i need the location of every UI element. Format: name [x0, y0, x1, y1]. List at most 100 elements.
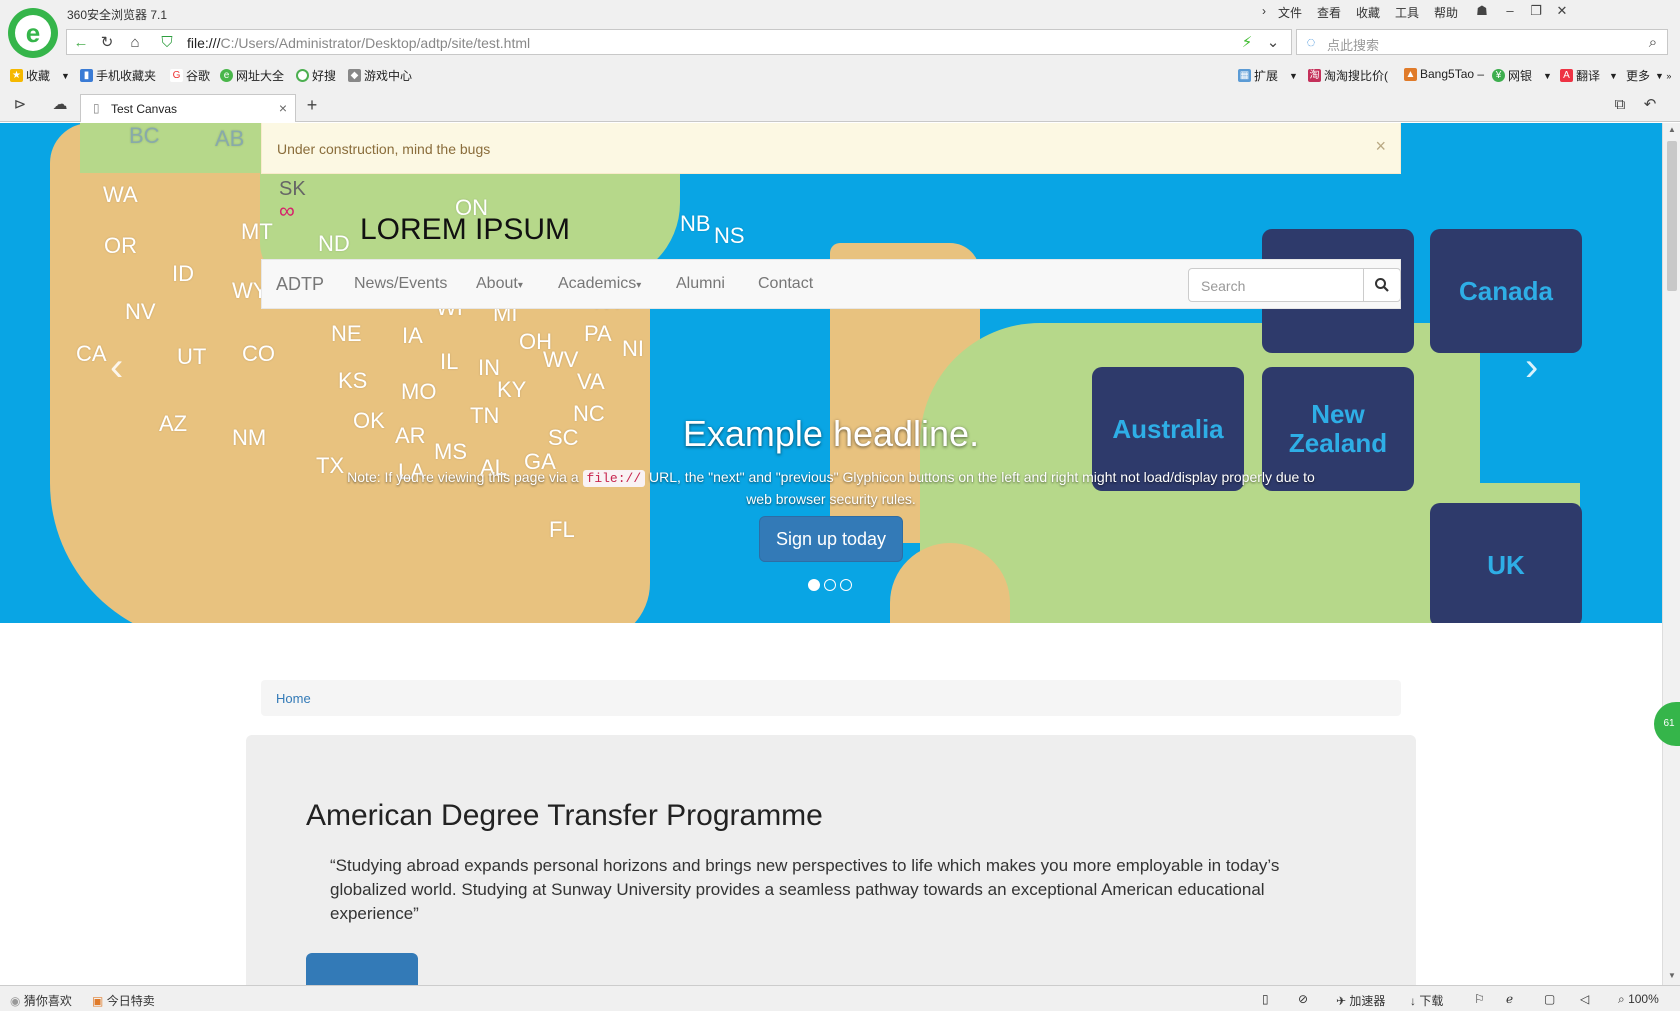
- translate-icon: A: [1560, 69, 1573, 82]
- browser-search-box[interactable]: ◌ 点此搜索 ⌕: [1296, 29, 1668, 55]
- status-download[interactable]: ↓ 下载: [1410, 992, 1443, 1009]
- status-guess-like[interactable]: ◉ 猜你喜欢: [10, 992, 72, 1009]
- menu-tools[interactable]: 工具: [1395, 4, 1419, 21]
- carousel-prev-icon[interactable]: ‹: [110, 345, 123, 390]
- scroll-up-icon[interactable]: ▲: [1668, 125, 1676, 134]
- map-label: WA: [103, 182, 138, 207]
- carousel-dot-3[interactable]: [840, 579, 852, 591]
- nav-brand[interactable]: ADTP: [276, 274, 324, 295]
- ext-bang5tao[interactable]: ▲ Bang5Tao –: [1404, 67, 1484, 81]
- nav-contact[interactable]: Contact: [758, 275, 813, 293]
- address-bar[interactable]: ← ↻ ⌂ ⛉ file:///C:/Users/Administrator/D…: [66, 29, 1292, 55]
- intro-jumbotron: American Degree Transfer Programme “Stud…: [246, 735, 1416, 985]
- map-label: MO: [401, 379, 437, 404]
- mobile-icon[interactable]: ▯: [1262, 992, 1269, 1006]
- bookmark-games[interactable]: ◆ 游戏中心: [348, 67, 412, 84]
- scrollbar-thumb[interactable]: [1667, 141, 1677, 291]
- breadcrumb: Home: [261, 680, 1401, 716]
- vertical-scrollbar[interactable]: ▲ ▼: [1662, 123, 1680, 985]
- security-shield-icon[interactable]: ⛉: [157, 34, 177, 52]
- intro-quote: “Studying abroad expands personal horizo…: [330, 856, 1280, 923]
- bookmark-google[interactable]: G 谷歌: [170, 67, 210, 84]
- history-dropdown-icon[interactable]: ⌄: [1263, 34, 1283, 52]
- ext-bank[interactable]: ¥ 网银 ▼: [1492, 67, 1552, 84]
- menu-view[interactable]: 查看: [1317, 4, 1341, 21]
- carousel-indicators: [808, 579, 852, 591]
- ext-more[interactable]: 更多 ▼ »: [1626, 67, 1671, 84]
- menu-arrow-icon[interactable]: ›: [1262, 4, 1266, 18]
- ie-icon[interactable]: ℯ: [1506, 992, 1513, 1006]
- tab-test-canvas[interactable]: ▯ Test Canvas ×: [80, 94, 296, 122]
- nav-academics[interactable]: Academics▾: [558, 275, 641, 293]
- window-icon[interactable]: ▢: [1544, 992, 1555, 1006]
- page-title: American Degree Transfer Programme: [306, 799, 823, 832]
- breadcrumb-home-link[interactable]: Home: [276, 691, 311, 706]
- restore-icon[interactable]: ❐: [1524, 2, 1548, 20]
- map-label: IL: [440, 349, 459, 374]
- site-search-input[interactable]: Search: [1188, 268, 1364, 302]
- carousel-next-icon[interactable]: ›: [1525, 345, 1538, 390]
- tab-close-icon[interactable]: ×: [279, 100, 287, 116]
- site-search-button[interactable]: [1363, 268, 1401, 302]
- tile-uk[interactable]: UK: [1430, 503, 1582, 623]
- back-icon[interactable]: ←: [71, 34, 91, 52]
- nav-alumni[interactable]: Alumni: [676, 275, 725, 293]
- bookmark-hao[interactable]: e 网址大全: [220, 67, 284, 84]
- map-label: NV: [125, 299, 156, 324]
- map-label: CO: [242, 341, 275, 366]
- browser-logo-icon[interactable]: e: [8, 8, 58, 58]
- reload-icon[interactable]: ↻: [97, 34, 117, 52]
- skin-icon[interactable]: ☗: [1470, 2, 1494, 20]
- carousel-dot-1[interactable]: [808, 579, 820, 591]
- new-tab-icon[interactable]: +: [302, 96, 322, 114]
- accelerate-icon[interactable]: ⚡: [1237, 34, 1257, 52]
- sidebar-toggle-icon[interactable]: ⊳: [10, 96, 30, 114]
- bookmark-mobile[interactable]: ▮ 手机收藏夹: [80, 67, 156, 84]
- status-accelerator[interactable]: ✈ 加速器: [1336, 992, 1385, 1009]
- status-daily-deals[interactable]: ▣ 今日特卖: [92, 992, 155, 1009]
- hero-carousel: BC AB WA OR CA ID NV MT UT AZ WY CO NM N…: [0, 123, 1662, 623]
- bookmark-haosou[interactable]: 好搜: [296, 67, 336, 84]
- map-label: NI: [622, 336, 644, 361]
- search-icon: [1375, 278, 1389, 292]
- search-icon[interactable]: ⌕: [1643, 34, 1663, 52]
- close-window-icon[interactable]: ✕: [1550, 2, 1574, 20]
- flag-icon[interactable]: ⚐: [1474, 992, 1485, 1006]
- search-engine-icon[interactable]: ◌: [1301, 34, 1321, 52]
- google-icon: G: [170, 69, 183, 82]
- map-label: ID: [172, 261, 194, 286]
- speed-icon[interactable]: ⊘: [1298, 992, 1308, 1006]
- carousel-headline: Example headline.: [682, 413, 980, 454]
- minimize-icon[interactable]: –: [1498, 2, 1522, 20]
- tab-list-icon[interactable]: ⧉: [1610, 96, 1630, 114]
- ext-expand[interactable]: ▦ 扩展 ▼: [1238, 67, 1298, 84]
- home-icon[interactable]: ⌂: [125, 34, 145, 52]
- url-text[interactable]: file:///C:/Users/Administrator/Desktop/a…: [187, 35, 530, 51]
- alert-message: Under construction, mind the bugs: [277, 141, 491, 157]
- ext-translate[interactable]: A 翻译 ▼: [1560, 67, 1618, 84]
- site-logo[interactable]: SK ∞: [279, 178, 306, 224]
- globe-icon: e: [220, 69, 233, 82]
- alert-close-icon[interactable]: ×: [1375, 136, 1386, 157]
- cloud-icon[interactable]: ☁: [50, 96, 70, 114]
- nav-news-events[interactable]: News/Events: [354, 275, 447, 293]
- menu-favorites[interactable]: 收藏: [1356, 4, 1380, 21]
- bank-icon: ¥: [1492, 69, 1505, 82]
- rocket-icon: ✈: [1336, 994, 1347, 1008]
- map-label: UT: [177, 344, 207, 369]
- nav-about[interactable]: About▾: [476, 275, 523, 293]
- map-label: BC: [129, 123, 160, 148]
- menu-help[interactable]: 帮助: [1434, 4, 1458, 21]
- signup-button[interactable]: Sign up today: [759, 516, 903, 562]
- tile-canada[interactable]: Canada: [1430, 229, 1582, 353]
- undo-close-icon[interactable]: ↶: [1640, 96, 1660, 114]
- scroll-down-icon[interactable]: ▼: [1668, 971, 1676, 980]
- ext-taotao[interactable]: 淘淘淘搜比价(: [1308, 67, 1388, 84]
- learn-more-button[interactable]: [306, 953, 418, 985]
- menu-file[interactable]: 文件: [1278, 4, 1302, 21]
- bookmark-favorites[interactable]: ★ 收藏 ▼: [10, 67, 70, 84]
- carousel-dot-2[interactable]: [824, 579, 836, 591]
- star-icon: ★: [10, 69, 23, 82]
- status-zoom[interactable]: ⌕ 100%: [1618, 992, 1659, 1007]
- volume-icon[interactable]: ◁: [1580, 992, 1589, 1006]
